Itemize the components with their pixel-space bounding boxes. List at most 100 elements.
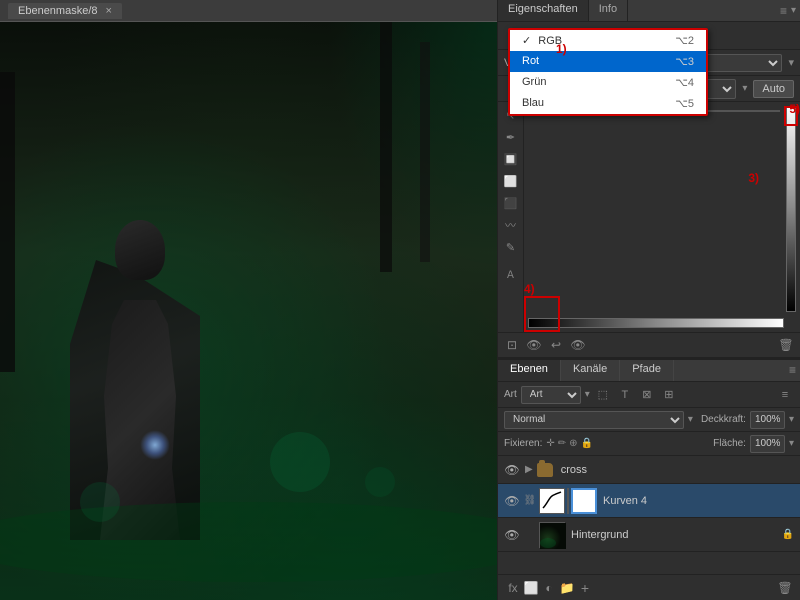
panel-menu-icon[interactable]: ≡: [780, 4, 787, 18]
curves-text-tool[interactable]: Ａ: [502, 264, 520, 282]
canvas-tab-label: Ebenenmaske/8: [18, 5, 98, 17]
fix-fill-row: Fixieren: ✛ ✏ ⊕ 🔒 Fläche: ▾: [498, 432, 800, 456]
thumb-kurven4-mask: [571, 488, 597, 514]
channel-dropdown-menu[interactable]: ✓ RGB ⌥2 Rot ⌥3 Grün ⌥4 Blau ⌥5: [508, 28, 708, 116]
layer-filter-icon-3[interactable]: ⊠: [638, 386, 656, 404]
fill-input[interactable]: [750, 435, 785, 453]
strip-icon-2[interactable]: 👁: [526, 337, 542, 353]
fix-icon-transform[interactable]: ⊕: [569, 438, 577, 449]
dropdown-item-blau[interactable]: Blau ⌥5: [510, 93, 706, 114]
bottom-gradient-strip: [528, 318, 784, 328]
tab-pfade[interactable]: Pfade: [620, 360, 674, 381]
layer-filter-icon-1[interactable]: ⬚: [594, 386, 612, 404]
delete-layer-button[interactable]: 🗑: [776, 579, 794, 597]
add-mask-button[interactable]: ⬜: [522, 579, 540, 597]
opacity-label: Deckkraft:: [701, 414, 746, 425]
layer-item-kurven4[interactable]: 👁 ⛓ Kurven 4: [498, 484, 800, 518]
character-silhouette: [60, 220, 260, 540]
eye-icon-hintergrund[interactable]: 👁: [504, 527, 520, 543]
layer-filter-icon-4[interactable]: ⊞: [660, 386, 678, 404]
fill-expand[interactable]: ▾: [789, 438, 794, 449]
layer-items-list: 👁 ▶ cross 👁 ⛓: [498, 456, 800, 574]
layers-filter-row: Art Art ▾ ⬚ T ⊠ ⊞ ≡: [498, 382, 800, 408]
auto-button[interactable]: Auto: [753, 80, 794, 98]
tab-ebenen[interactable]: Ebenen: [498, 360, 561, 381]
layers-panel: Ebenen Kanäle Pfade ≡ Art Art: [498, 358, 800, 600]
panel-collapse-icon[interactable]: ▾: [791, 5, 796, 16]
filter-expand[interactable]: ▾: [585, 389, 590, 400]
layer-filter-icon-2[interactable]: T: [616, 386, 634, 404]
dropdown-item-rgb[interactable]: ✓ RGB ⌥2: [510, 30, 706, 51]
add-fx-button[interactable]: fx: [504, 579, 522, 597]
strip-icon-5[interactable]: 🗑: [778, 337, 794, 353]
layers-bottom-bar: fx ⬜ ◐ 📁 + 🗑: [498, 574, 800, 600]
curves-pen-tool[interactable]: ✒: [502, 128, 520, 146]
blend-mode-select[interactable]: Normal: [504, 411, 684, 429]
tab-kanaele[interactable]: Kanäle: [561, 360, 620, 381]
canvas-image: [0, 22, 497, 600]
thumb-bg-svg: [540, 523, 566, 549]
layer-name-kurven4: Kurven 4: [603, 495, 794, 507]
character-body: [100, 300, 180, 540]
character-glow: [140, 430, 170, 460]
layer-group-cross[interactable]: 👁 ▶ cross: [498, 456, 800, 484]
fill-label: Fläche:: [713, 438, 746, 449]
blend-expand[interactable]: ▾: [688, 414, 693, 425]
filter-label: Art: [504, 389, 517, 400]
tab-info[interactable]: Info: [589, 0, 628, 21]
opacity-input[interactable]: [750, 411, 785, 429]
character-head: [115, 220, 165, 280]
layer-name-cross: cross: [561, 464, 794, 476]
thumb-hintergrund: [539, 522, 565, 548]
layer-filter-icon-5[interactable]: ≡: [776, 386, 794, 404]
strip-icon-3[interactable]: ↩: [548, 337, 564, 353]
right-panel: Eigenschaften Info ≡ ▾ ✓ RGB ⌥2 Rot: [497, 0, 800, 600]
right-gradient-strip: [786, 106, 796, 312]
canvas-tab-close[interactable]: ×: [106, 5, 112, 17]
curves-eyedropper-white[interactable]: ⬛: [502, 194, 520, 212]
curves-graph-wrapper: 2) 3) 5) 4): [524, 102, 800, 332]
scene-background: [0, 22, 497, 600]
layer-item-hintergrund[interactable]: 👁: [498, 518, 800, 552]
annotation-3-label: 3): [748, 171, 759, 185]
thumb-curves-svg: [541, 490, 563, 512]
blend-mode-row: Normal ▾ Deckkraft: ▾: [498, 408, 800, 432]
tab-bar: Ebenenmaske/8 ×: [0, 0, 497, 22]
folder-icon-cross: [537, 463, 553, 477]
curves-eyedropper-grey[interactable]: ⬜: [502, 172, 520, 190]
thumb-kurven4-curves: [539, 488, 565, 514]
expand-icon-cross[interactable]: ▶: [525, 464, 533, 475]
add-group-button[interactable]: 📁: [558, 579, 576, 597]
curves-sample-tool[interactable]: ✎: [502, 238, 520, 256]
curves-tools: ↖ ✒ 🔲 ⬜ ⬛ 〰 ✎ Ａ: [498, 102, 524, 332]
fix-icon-brush[interactable]: ✏: [558, 438, 566, 449]
curves-area: ↖ ✒ 🔲 ⬜ ⬛ 〰 ✎ Ａ: [498, 102, 800, 332]
dropdown-item-gruen[interactable]: Grün ⌥4: [510, 72, 706, 93]
curves-eyedropper-black[interactable]: 🔲: [502, 150, 520, 168]
curves-wave-tool[interactable]: 〰: [502, 216, 520, 234]
fix-icon-lock[interactable]: 🔒: [581, 438, 593, 449]
curves-bottom-strip: ⊡ 👁 ↩ 👁 🗑: [498, 332, 800, 358]
lock-icon-hintergrund: 🔒: [782, 529, 794, 540]
annotation-4-label: 4): [524, 282, 535, 296]
chain-icon-kurven4[interactable]: ⛓: [523, 495, 537, 506]
strip-icon-1[interactable]: ⊡: [504, 337, 520, 353]
canvas-tab[interactable]: Ebenenmaske/8 ×: [8, 3, 122, 19]
strip-icon-4[interactable]: 👁: [570, 337, 586, 353]
add-layer-button[interactable]: +: [576, 579, 594, 597]
thumb-separator: [567, 488, 569, 514]
atmospheric-light-top: [297, 22, 497, 322]
vorgabe-expand-icon[interactable]: ▾: [788, 56, 794, 69]
filter-select[interactable]: Art: [521, 386, 581, 404]
add-adjustment-button[interactable]: ◐: [540, 579, 558, 597]
channel-expand-icon[interactable]: ▾: [742, 83, 747, 94]
fix-icon-move[interactable]: ✛: [546, 438, 554, 449]
opacity-expand[interactable]: ▾: [789, 414, 794, 425]
layers-menu-icon[interactable]: ≡: [789, 363, 796, 377]
eye-icon-kurven4[interactable]: 👁: [504, 493, 520, 509]
eye-icon-cross[interactable]: 👁: [504, 462, 520, 478]
fix-icons: ✛ ✏ ⊕ 🔒: [546, 438, 593, 449]
properties-panel: Eigenschaften Info ≡ ▾ ✓ RGB ⌥2 Rot: [498, 0, 800, 358]
tab-eigenschaften[interactable]: Eigenschaften: [498, 0, 589, 21]
dropdown-item-rot[interactable]: Rot ⌥3: [510, 51, 706, 72]
